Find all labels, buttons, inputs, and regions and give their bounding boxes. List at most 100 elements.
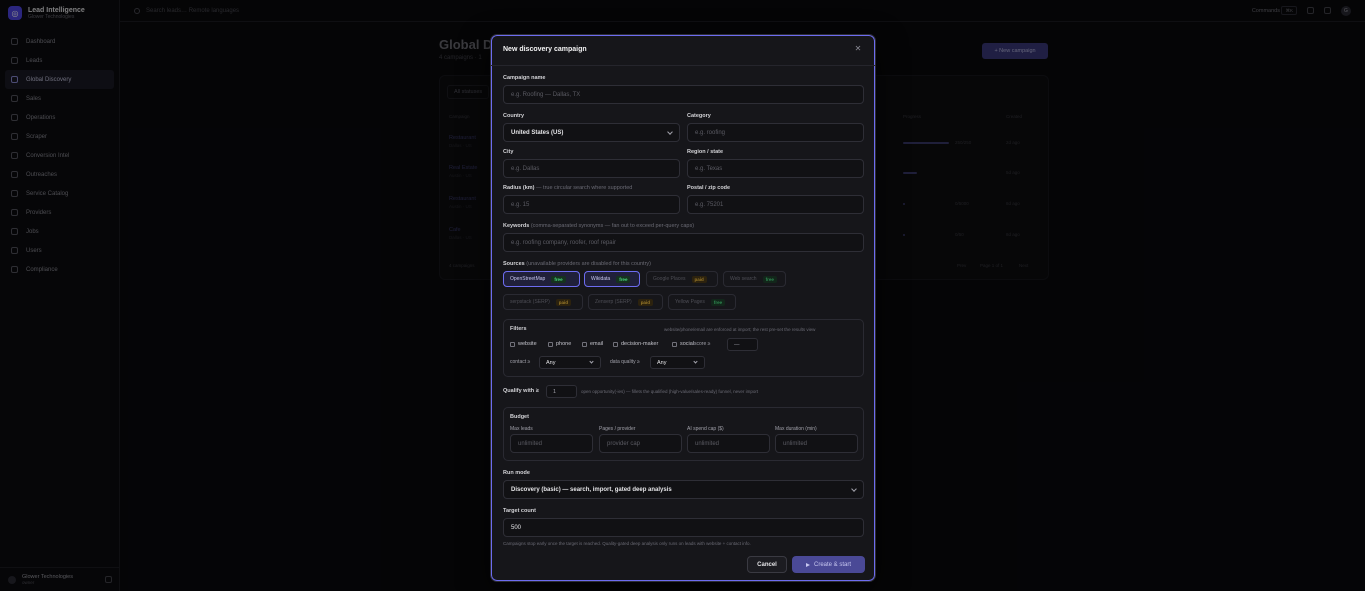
country-value: United States (US) [511,129,564,136]
city-input[interactable]: e.g. Dallas [503,159,680,178]
create-start-button[interactable]: Create & start [792,556,865,573]
qualify-label: Qualify with ≥ [503,388,539,394]
data-quality-select[interactable]: Any [650,356,705,369]
dialog-header: New discovery campaign ✕ [491,35,875,66]
source-tag: free [762,275,777,283]
new-campaign-dialog: New discovery campaign ✕ Campaign name e… [490,34,876,582]
contact-label: contact ≥ [510,359,531,365]
postal-label: Postal / zip code [687,185,731,191]
radius-label: Radius (km) — true circular search where… [503,185,632,191]
checkbox-icon [613,341,618,347]
campaign-name-input[interactable]: e.g. Roofing — Dallas, TX [503,85,864,104]
city-label: City [503,149,514,155]
region-label: Region / state [687,149,724,155]
sources-label: Sources (unavailable providers are disab… [503,261,651,267]
filter-phone-checkbox[interactable]: phone [548,341,571,347]
budget-field-input[interactable]: provider cap [599,434,682,453]
create-start-label: Create & start [813,561,851,568]
chevron-down-icon [693,359,698,364]
close-icon[interactable]: ✕ [853,44,863,54]
filter-decision-maker-checkbox[interactable]: decision-maker [613,341,658,347]
source-name: Zenserp (SERP) [595,299,632,305]
source-name: serpstack (SERP) [510,299,550,305]
contact-value: Any [546,359,556,366]
source-tag: free [551,275,566,283]
source-name: Web search [730,276,757,282]
qualify-input[interactable]: 1 [546,385,577,398]
dialog-footer-note: Campaigns stop early once the target is … [503,541,751,546]
score-input[interactable]: — [727,338,758,351]
target-count-input[interactable]: 500 [503,518,864,537]
filter-email-checkbox[interactable]: email [582,341,603,347]
data-quality-value: Any [657,359,667,366]
checkbox-icon [510,341,515,347]
chevron-down-icon [851,486,857,492]
budget-field-label: Pages / provider [599,426,636,432]
campaign-name-label: Campaign name [503,75,546,81]
source-google-places[interactable]: Google Places paid [646,271,718,287]
cancel-button[interactable]: Cancel [747,556,787,573]
filters-note: website/phone/email are enforced at impo… [664,327,816,332]
keywords-input[interactable]: e.g. roofing company, roofer, roof repai… [503,233,864,252]
sources-hint: (unavailable providers are disabled for … [524,261,651,267]
category-input[interactable]: e.g. roofing [687,123,864,142]
source-tag: free [616,275,631,283]
chevron-down-icon [667,129,673,135]
radius-label-text: Radius (km) [503,185,535,191]
keywords-label: Keywords (comma-separated synonyms — fan… [503,223,694,229]
filters-title: Filters [510,326,527,332]
filter-label: phone [556,341,572,347]
chevron-down-icon [589,359,594,364]
postal-input[interactable]: e.g. 75201 [687,195,864,214]
source-name: Google Places [653,276,686,282]
filter-label: website [518,341,537,347]
data-quality-label: data quality ≥ [610,359,640,365]
qualify-hint: open opportunity(-ies) — fillets the qua… [581,389,759,394]
radius-hint: — true circular search where supported [534,185,633,191]
country-label: Country [503,113,525,119]
score-label: score ≥ [694,341,711,347]
source-tag: paid [555,298,571,306]
source-zenserp-serp[interactable]: Zenserp (SERP) paid [588,294,663,310]
filter-website-checkbox[interactable]: website [510,341,537,347]
source-yellow-pages[interactable]: Yellow Pages free [668,294,736,310]
source-name: OpenStreetMap [510,276,546,282]
source-openstreetmap[interactable]: OpenStreetMap free [503,271,580,287]
source-name: Wikidata [591,276,611,282]
budget-field-label: AI spend cap ($) [687,426,724,432]
budget-field-input[interactable]: unlimited [775,434,858,453]
contact-select[interactable]: Any [539,356,601,369]
filter-social-checkbox[interactable]: social [672,341,694,347]
dialog-title: New discovery campaign [503,46,587,53]
budget-title: Budget [510,414,529,420]
target-count-label: Target count [503,508,536,514]
sources-label-text: Sources [503,261,525,267]
budget-field-input[interactable]: unlimited [510,434,593,453]
play-icon [805,562,810,567]
filter-label: decision-maker [621,341,659,347]
category-label: Category [687,113,711,119]
filter-label: social [680,341,695,347]
source-tag: paid [691,275,707,283]
source-wikidata[interactable]: Wikidata free [584,271,640,287]
checkbox-icon [582,341,587,347]
run-mode-select[interactable]: Discovery (basic) — search, import, gate… [503,480,864,499]
checkbox-icon [672,341,677,347]
app-root: ◎ Lead Intelligence Glower Technologies … [0,0,1365,591]
budget-field-label: Max duration (min) [775,426,817,432]
source-serpstack-serp[interactable]: serpstack (SERP) paid [503,294,583,310]
budget-field-input[interactable]: unlimited [687,434,770,453]
source-name: Yellow Pages [675,299,705,305]
budget-field-label: Max leads [510,426,533,432]
source-tag: free [710,298,726,306]
keywords-hint: (comma-separated synonyms — fan out to e… [529,223,695,229]
country-select[interactable]: United States (US) [503,123,680,142]
source-web-search[interactable]: Web search free [723,271,786,287]
region-input[interactable]: e.g. Texas [687,159,864,178]
filter-label: email [590,341,604,347]
source-tag: paid [637,298,653,306]
radius-input[interactable]: e.g. 15 [503,195,680,214]
run-mode-label: Run mode [503,470,530,476]
run-mode-value: Discovery (basic) — search, import, gate… [511,486,672,493]
checkbox-icon [548,341,553,347]
